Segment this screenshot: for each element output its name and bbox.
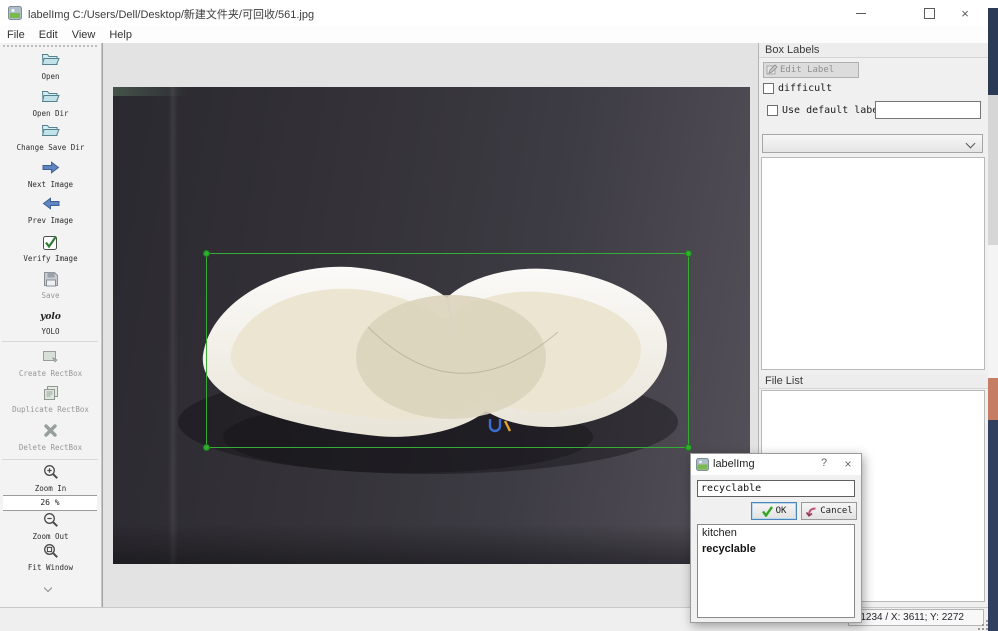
verify-image-button[interactable]: Verify Image bbox=[0, 234, 101, 263]
close-button[interactable]: × bbox=[948, 0, 982, 26]
minimize-button[interactable] bbox=[844, 0, 878, 26]
box-labels-title: Box Labels bbox=[759, 43, 988, 58]
cancel-button[interactable]: Cancel bbox=[801, 502, 857, 520]
maximize-button[interactable] bbox=[912, 0, 946, 26]
chevron-down-icon bbox=[966, 139, 976, 149]
open-button[interactable]: Open bbox=[0, 52, 101, 81]
open-dir-folder-icon bbox=[0, 89, 101, 109]
zoom-out-button[interactable]: Zoom Out bbox=[0, 512, 101, 541]
box-label-list[interactable] bbox=[761, 157, 985, 370]
delete-x-icon bbox=[0, 423, 101, 443]
use-default-label-text: Use default label bbox=[782, 105, 884, 116]
toolbar-separator bbox=[2, 341, 98, 342]
zoom-out-icon bbox=[0, 512, 101, 532]
bbox-handle-top-left[interactable] bbox=[203, 250, 210, 257]
delete-rectbox-button[interactable]: Delete RectBox bbox=[0, 423, 101, 452]
title-bar: labelImg C:/Users/Dell/Desktop/新建文件夹/可回收… bbox=[0, 0, 988, 26]
use-default-label-checkbox[interactable] bbox=[767, 105, 778, 116]
photo-shadow bbox=[113, 524, 750, 564]
menu-bar: File Edit View Help bbox=[0, 26, 988, 44]
create-rectbox-button[interactable]: Create RectBox bbox=[0, 349, 101, 378]
create-rectbox-icon bbox=[0, 349, 101, 369]
zoom-level-field[interactable]: 26 % bbox=[3, 495, 97, 511]
photo bbox=[113, 87, 750, 564]
save-button[interactable]: Save bbox=[0, 271, 101, 300]
zoom-in-icon bbox=[0, 464, 101, 484]
minimize-icon bbox=[856, 13, 866, 14]
prev-arrow-icon bbox=[0, 196, 101, 216]
use-default-label-row: Use default label bbox=[767, 105, 884, 116]
dialog-app-icon bbox=[696, 458, 709, 471]
app-logo-icon bbox=[8, 6, 22, 20]
zoom-in-button[interactable]: Zoom In bbox=[0, 464, 101, 493]
toolbar-drag-handle[interactable] bbox=[3, 45, 97, 50]
file-list-title: File List bbox=[759, 374, 988, 389]
verify-check-icon bbox=[0, 234, 101, 254]
label-combo-box[interactable] bbox=[762, 134, 983, 153]
open-dir-button[interactable]: Open Dir bbox=[0, 89, 101, 118]
ok-button[interactable]: OK bbox=[751, 502, 797, 520]
save-floppy-icon bbox=[0, 271, 101, 291]
menu-edit[interactable]: Edit bbox=[32, 29, 65, 41]
change-save-dir-button[interactable]: Change Save Dir bbox=[0, 123, 101, 152]
dialog-close-icon[interactable]: × bbox=[839, 457, 857, 473]
menu-view[interactable]: View bbox=[65, 29, 103, 41]
difficult-label: difficult bbox=[778, 83, 832, 94]
label-list-item[interactable]: kitchen bbox=[698, 525, 854, 541]
cursor-position-status: t: 1234 / X: 3611; Y: 2272 bbox=[848, 609, 984, 626]
screen: labelImg C:/Users/Dell/Desktop/新建文件夹/可回收… bbox=[0, 0, 998, 631]
difficult-row: difficult bbox=[763, 83, 832, 94]
prev-image-button[interactable]: Prev Image bbox=[0, 196, 101, 225]
cancel-arrow-icon bbox=[805, 506, 817, 517]
edit-label-button[interactable]: Edit Label bbox=[763, 62, 859, 78]
yolo-text-icon: yolo bbox=[0, 307, 101, 327]
fit-window-icon bbox=[0, 543, 101, 563]
next-image-button[interactable]: Next Image bbox=[0, 160, 101, 189]
photo-corner-edge bbox=[113, 87, 213, 96]
toolbar-scroll-down-icon[interactable] bbox=[44, 585, 52, 593]
bbox-handle-bottom-right[interactable] bbox=[685, 444, 692, 451]
menu-help[interactable]: Help bbox=[102, 29, 139, 41]
default-label-input[interactable] bbox=[875, 101, 981, 119]
desktop-background-strip bbox=[988, 0, 998, 631]
duplicate-rectbox-icon bbox=[0, 385, 101, 405]
fit-window-button[interactable]: Fit Window bbox=[0, 543, 101, 572]
maximize-icon bbox=[924, 8, 935, 19]
label-list-item-selected[interactable]: recyclable bbox=[698, 541, 854, 557]
photo-crease bbox=[168, 87, 178, 564]
image-canvas[interactable] bbox=[102, 43, 758, 607]
menu-file[interactable]: File bbox=[0, 29, 32, 41]
next-arrow-icon bbox=[0, 160, 101, 180]
bbox-handle-bottom-left[interactable] bbox=[203, 444, 210, 451]
label-history-list: kitchen recyclable bbox=[697, 524, 855, 618]
dialog-title: labelImg bbox=[713, 458, 755, 470]
duplicate-rectbox-button[interactable]: Duplicate RectBox bbox=[0, 385, 101, 414]
label-dialog: labelImg ? × OK Cancel kitchen recyclabl… bbox=[690, 453, 862, 623]
yolo-format-button[interactable]: yolo YOLO bbox=[0, 307, 101, 336]
open-folder-icon bbox=[0, 52, 101, 72]
window-title: labelImg C:/Users/Dell/Desktop/新建文件夹/可回收… bbox=[28, 6, 314, 22]
difficult-checkbox[interactable] bbox=[763, 83, 774, 94]
ok-check-icon bbox=[762, 506, 773, 517]
bbox-handle-top-right[interactable] bbox=[685, 250, 692, 257]
change-save-dir-folder-icon bbox=[0, 123, 101, 143]
toolbar: Open Open Dir Change Save Dir Next Image bbox=[0, 43, 102, 607]
edit-pencil-icon bbox=[766, 64, 778, 76]
bounding-box[interactable] bbox=[206, 253, 689, 448]
toolbar-separator bbox=[2, 459, 98, 460]
dialog-help-icon[interactable]: ? bbox=[815, 457, 833, 473]
label-name-input[interactable] bbox=[697, 480, 855, 497]
close-icon: × bbox=[961, 6, 969, 21]
dialog-title-bar: labelImg ? × bbox=[691, 454, 861, 475]
